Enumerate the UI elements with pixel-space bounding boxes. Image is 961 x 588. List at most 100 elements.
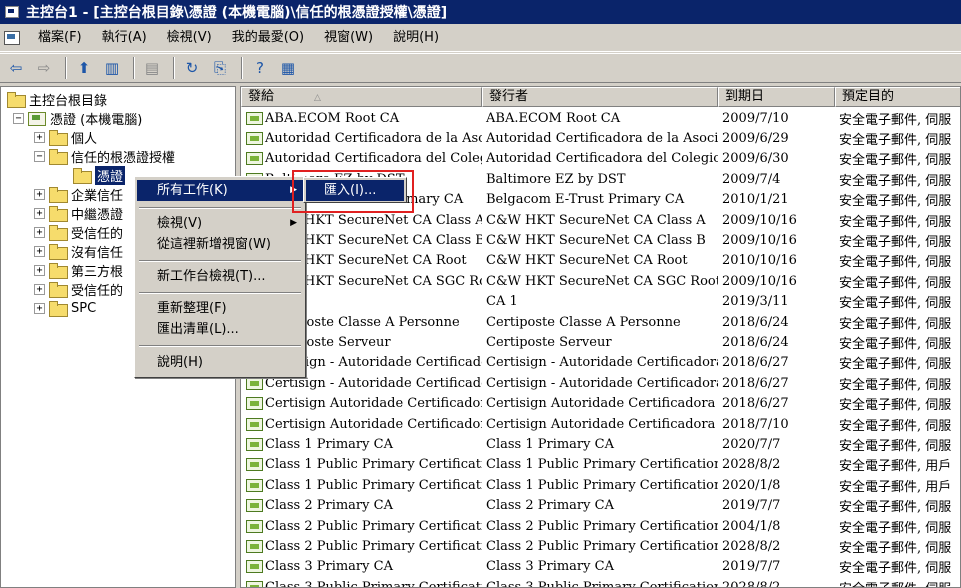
properties-icon[interactable]: ▦ [276, 57, 300, 79]
table-row[interactable]: Class 3 Primary CA Class 3 Primary CA 2019… [241, 557, 960, 577]
folder-icon [49, 225, 68, 241]
menu-file[interactable]: 檔案(F) [28, 27, 92, 49]
help-icon[interactable]: ? [248, 57, 272, 79]
menu-favorites[interactable]: 我的最愛(O) [222, 27, 314, 49]
window-title-bar[interactable]: 主控台1 - [主控台根目錄\憑證 (本機電腦)\信任的根憑證授權\憑證] [0, 0, 961, 24]
table-row[interactable]: Autoridad Certificadora de la Asoci...Au… [241, 128, 960, 148]
table-row[interactable]: Certiposte Classe A Personne Certiposte C… [241, 312, 960, 332]
cell-text: Class 1 Primary CA [265, 436, 393, 452]
table-row[interactable]: Certisign - Autoridade Certificador... Ce… [241, 373, 960, 393]
tree-item-personal[interactable]: + 個人 [34, 127, 97, 147]
show-hide-tree-icon[interactable]: ▥ [100, 57, 124, 79]
expand-icon[interactable]: + [34, 131, 45, 143]
cell-issuer: Class 1 Public Primary Certification A..… [486, 477, 718, 493]
menu-help[interactable]: 說明(H) [383, 27, 449, 49]
table-row[interactable]: Class 2 Primary CA Class 2 Primary CA 2019… [241, 495, 960, 516]
table-row[interactable]: Certisign - Autoridade Certificador... Ce… [241, 353, 960, 373]
tree-item-trusted-publishers[interactable]: + 受信任的 [34, 222, 123, 242]
menu-action[interactable]: 執行(A) [92, 27, 157, 49]
cell-expiration: 2018/6/27 [722, 355, 789, 371]
expand-icon[interactable]: + [34, 188, 45, 200]
table-row[interactable]: Certisign Autoridade Certificadora ...Ce… [241, 414, 960, 434]
table-row[interactable]: Class 3 Public Primary Certification... C… [241, 577, 960, 587]
menu-item-help[interactable]: 說明(H) [137, 352, 303, 373]
expand-icon[interactable]: + [34, 226, 45, 238]
tree-item-intermediate[interactable]: + 中繼憑證 [34, 203, 123, 223]
expand-icon[interactable]: + [34, 207, 45, 219]
export-list-icon[interactable]: ⎘ [208, 57, 232, 79]
certificate-list[interactable]: 發給 △ 發行者 到期日 預定目的 ABA.ECOM Root CA ABA.ECO… [240, 86, 961, 588]
menu-item-new-window[interactable]: 從這裡新增視窗(W) [137, 234, 303, 255]
menu-item-view[interactable]: 檢視(V) ▶ [137, 213, 303, 234]
refresh-icon[interactable]: ↻ [180, 57, 204, 79]
cell-purpose: 安全電子郵件, 伺服 [839, 418, 952, 434]
table-row[interactable]: C&W HKT SecureNet CA Class B C&W HKT Secu… [241, 230, 960, 250]
mmc-console-icon[interactable] [4, 4, 20, 20]
up-level-icon[interactable]: ⬆ [72, 57, 96, 79]
tree-item-certificates-local-computer[interactable]: − 憑證 (本機電腦) [13, 108, 142, 128]
menu-view[interactable]: 檢視(V) [157, 27, 222, 49]
tree-item-untrusted[interactable]: + 沒有信任 [34, 241, 123, 261]
toolbar-separator [173, 57, 175, 79]
column-header-expiration[interactable]: 到期日 [718, 87, 835, 107]
delete-icon[interactable]: ▤ [140, 57, 164, 79]
tree-item-certificates[interactable]: 憑證 [73, 165, 126, 185]
menu-item-export-list[interactable]: 匯出清單(L)... [137, 319, 303, 340]
cell-purpose: 安全電子郵件, 伺服 [839, 173, 952, 189]
cell-purpose: 安全電子郵件, 伺服 [839, 255, 952, 271]
table-row[interactable]: Class 2 Public Primary Certification...C… [241, 536, 960, 556]
cell-issued-to: Certisign - Autoridade Certificador... [241, 376, 482, 391]
table-row[interactable]: C&W HKT SecureNet CA Root C&W HKT SecureN… [241, 251, 960, 271]
column-header-issued-to[interactable]: 發給 △ [241, 87, 482, 107]
toolbar-separator [133, 57, 135, 79]
collapse-icon[interactable]: − [13, 112, 24, 124]
table-row[interactable]: Class 2 Public Primary Certification...C… [241, 516, 960, 536]
tree-item-trusted-people[interactable]: + 受信任的 [34, 279, 123, 299]
table-row[interactable]: Certiposte Serveur Certiposte Serveur 2018… [241, 332, 960, 352]
folder-open-icon [49, 149, 68, 165]
tree-item-label: 個人 [71, 131, 98, 147]
collapse-icon[interactable]: − [34, 150, 45, 162]
cell-expiration: 2018/6/27 [722, 375, 789, 391]
expand-icon[interactable]: + [34, 283, 45, 295]
menu-item-new-taskpad[interactable]: 新工作台檢視(T)... [137, 266, 303, 287]
tree-item-enterprise-trust[interactable]: + 企業信任 [34, 184, 123, 204]
table-row[interactable]: Autoridad Certificadora del Colegi... Aut… [241, 149, 960, 169]
table-row[interactable]: C&W HKT SecureNet CA Class A C&W HKT Secu… [241, 210, 960, 230]
forward-arrow-icon[interactable]: ⇨ [32, 57, 56, 79]
table-row[interactable]: Certisign Autoridade Certificadora ...Ce… [241, 393, 960, 413]
cell-issuer: CA 1 [486, 294, 518, 310]
column-label: 發給 [248, 89, 275, 104]
expand-icon[interactable]: + [34, 302, 45, 314]
column-header-purpose[interactable]: 預定目的 [835, 87, 960, 107]
table-row[interactable]: C&W HKT SecureNet CA SGC Root C&W HKT Sec… [241, 271, 960, 291]
tree-item-label: 主控台根目錄 [29, 93, 108, 109]
menu-item-all-tasks[interactable]: 所有工作(K) ▶ [137, 180, 303, 201]
table-row[interactable]: CA 1CA 12019/3/11安全電子郵件, 伺服 [241, 292, 960, 312]
table-row[interactable]: Class 1 Public Primary Certification...C… [241, 455, 960, 475]
tree-item-third-party-root[interactable]: + 第三方根 [34, 260, 123, 280]
table-row[interactable]: Class 1 Primary CA Class 1 Primary CA 2020… [241, 434, 960, 454]
tree-item-spc[interactable]: + SPC [34, 298, 96, 318]
back-arrow-icon[interactable]: ⇦ [4, 57, 28, 79]
console-menu-icon[interactable] [2, 28, 22, 48]
menu-separator [139, 207, 301, 209]
cell-expiration: 2010/10/16 [722, 253, 797, 269]
column-header-issuer[interactable]: 發行者 [482, 87, 718, 107]
tree-item-root[interactable]: 主控台根目錄 [7, 89, 107, 109]
cell-purpose: 安全電子郵件, 伺服 [839, 336, 952, 352]
tree-item-trusted-root[interactable]: − 信任的根憑證授權 [34, 146, 175, 166]
menu-window[interactable]: 視窗(W) [314, 27, 383, 49]
menu-item-import[interactable]: 匯入(I)... [306, 180, 404, 201]
expand-icon[interactable]: + [34, 245, 45, 257]
sort-ascending-icon: △ [314, 93, 321, 103]
certificate-icon [246, 519, 263, 533]
cell-purpose: 安全電子郵件, 伺服 [839, 500, 952, 516]
cell-issued-to: Class 2 Public Primary Certification... [241, 539, 482, 554]
cell-expiration: 2009/7/4 [722, 171, 781, 187]
table-row[interactable]: ABA.ECOM Root CA ABA.ECOM Root CA 2009/7/1… [241, 108, 960, 128]
menu-item-refresh[interactable]: 重新整理(F) [137, 298, 303, 319]
expand-icon[interactable]: + [34, 264, 45, 276]
cell-issuer: Certisign - Autoridade Certificadora - .… [486, 355, 718, 371]
table-row[interactable]: Class 1 Public Primary Certification...C… [241, 475, 960, 495]
